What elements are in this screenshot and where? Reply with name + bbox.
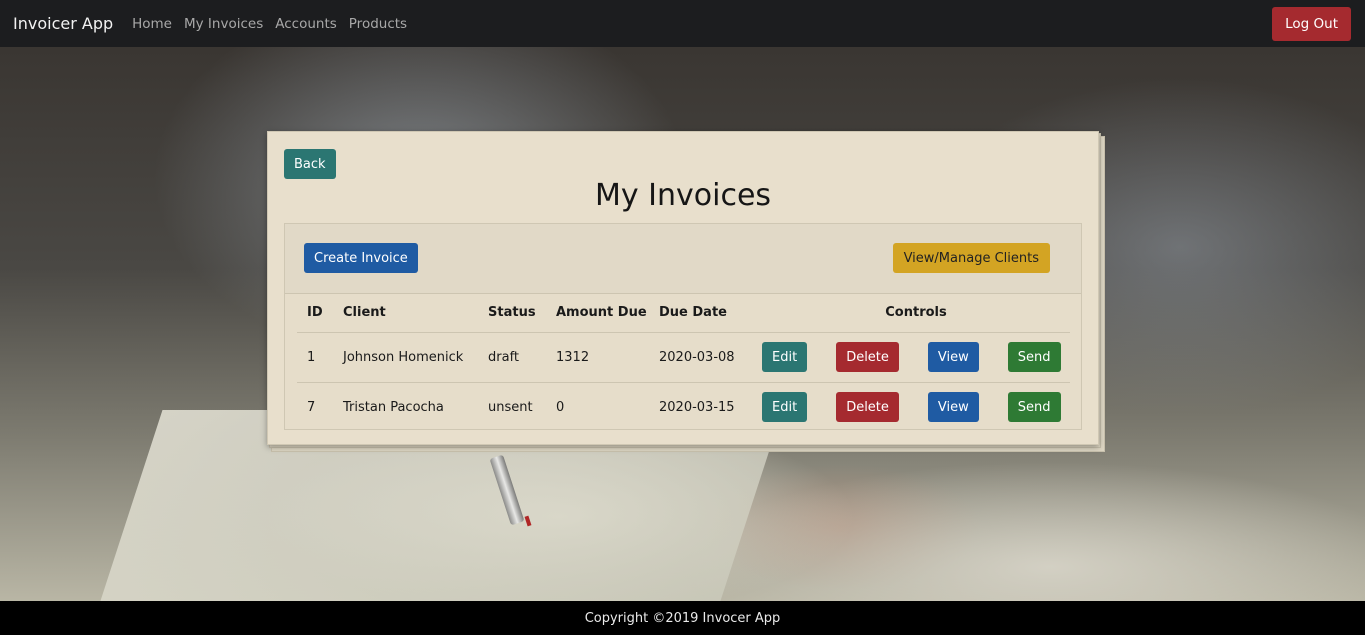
cell-controls: Edit Delete View Send <box>752 382 1070 432</box>
cell-status: draft <box>478 332 546 383</box>
cell-due-date: 2020-03-08 <box>649 332 752 383</box>
cell-controls: Edit Delete View Send <box>752 332 1070 383</box>
nav-link-my-invoices[interactable]: My Invoices <box>184 16 263 32</box>
delete-button[interactable]: Delete <box>836 392 899 422</box>
view-button[interactable]: View <box>927 392 979 422</box>
header-status: Status <box>478 294 546 333</box>
header-controls: Controls <box>752 294 1070 333</box>
cell-amount-due: 1312 <box>546 332 649 383</box>
header-client: Client <box>333 294 478 333</box>
cell-due-date: 2020-03-15 <box>659 399 735 415</box>
navbar: Invoicer App Home My Invoices Accounts P… <box>0 0 1365 47</box>
header-id: ID <box>297 294 333 333</box>
copyright-text: Copyright ©2019 Invocer App <box>584 610 781 626</box>
cell-id: 7 <box>307 399 316 415</box>
edit-button[interactable]: Edit <box>762 342 808 372</box>
nav-link-home[interactable]: Home <box>132 16 172 32</box>
view-button[interactable]: View <box>927 342 979 372</box>
nav-link-accounts[interactable]: Accounts <box>275 16 337 32</box>
table-row: 7 Tristan Pacocha unsent 0 2020-03-15 Ed… <box>297 382 1070 432</box>
cell-client: Johnson Homenick <box>333 332 478 383</box>
logout-button[interactable]: Log Out <box>1272 7 1351 41</box>
page-title: My Invoices <box>594 178 772 213</box>
cell-client: Tristan Pacocha <box>343 399 444 415</box>
table-row: 1 Johnson Homenick draft 1312 2020-03-08… <box>297 332 1070 383</box>
panel-header: Create Invoice View/Manage Clients <box>285 224 1081 294</box>
delete-button[interactable]: Delete <box>836 342 899 372</box>
back-button[interactable]: Back <box>284 149 336 179</box>
header-amount-due: Amount Due <box>546 294 649 333</box>
manage-clients-button[interactable]: View/Manage Clients <box>892 243 1050 273</box>
cell-amount-due: 0 <box>556 399 565 415</box>
invoices-card: Back My Invoices Create Invoice View/Man… <box>267 131 1099 445</box>
footer: Copyright ©2019 Invocer App <box>0 601 1365 635</box>
create-invoice-button[interactable]: Create Invoice <box>304 243 418 273</box>
header-due-date: Due Date <box>649 294 752 333</box>
cell-id: 1 <box>297 332 333 383</box>
nav-link-products[interactable]: Products <box>349 16 407 32</box>
table-header-row: ID Client Status Amount Due Due Date Con… <box>297 294 1070 333</box>
edit-button[interactable]: Edit <box>762 392 808 422</box>
send-button[interactable]: Send <box>1007 342 1061 372</box>
invoices-panel: Create Invoice View/Manage Clients ID Cl… <box>284 223 1082 430</box>
cell-status: unsent <box>488 399 533 415</box>
brand-link[interactable]: Invoicer App <box>13 14 113 33</box>
invoices-table: ID Client Status Amount Due Due Date Con… <box>297 294 1070 432</box>
send-button[interactable]: Send <box>1007 392 1061 422</box>
